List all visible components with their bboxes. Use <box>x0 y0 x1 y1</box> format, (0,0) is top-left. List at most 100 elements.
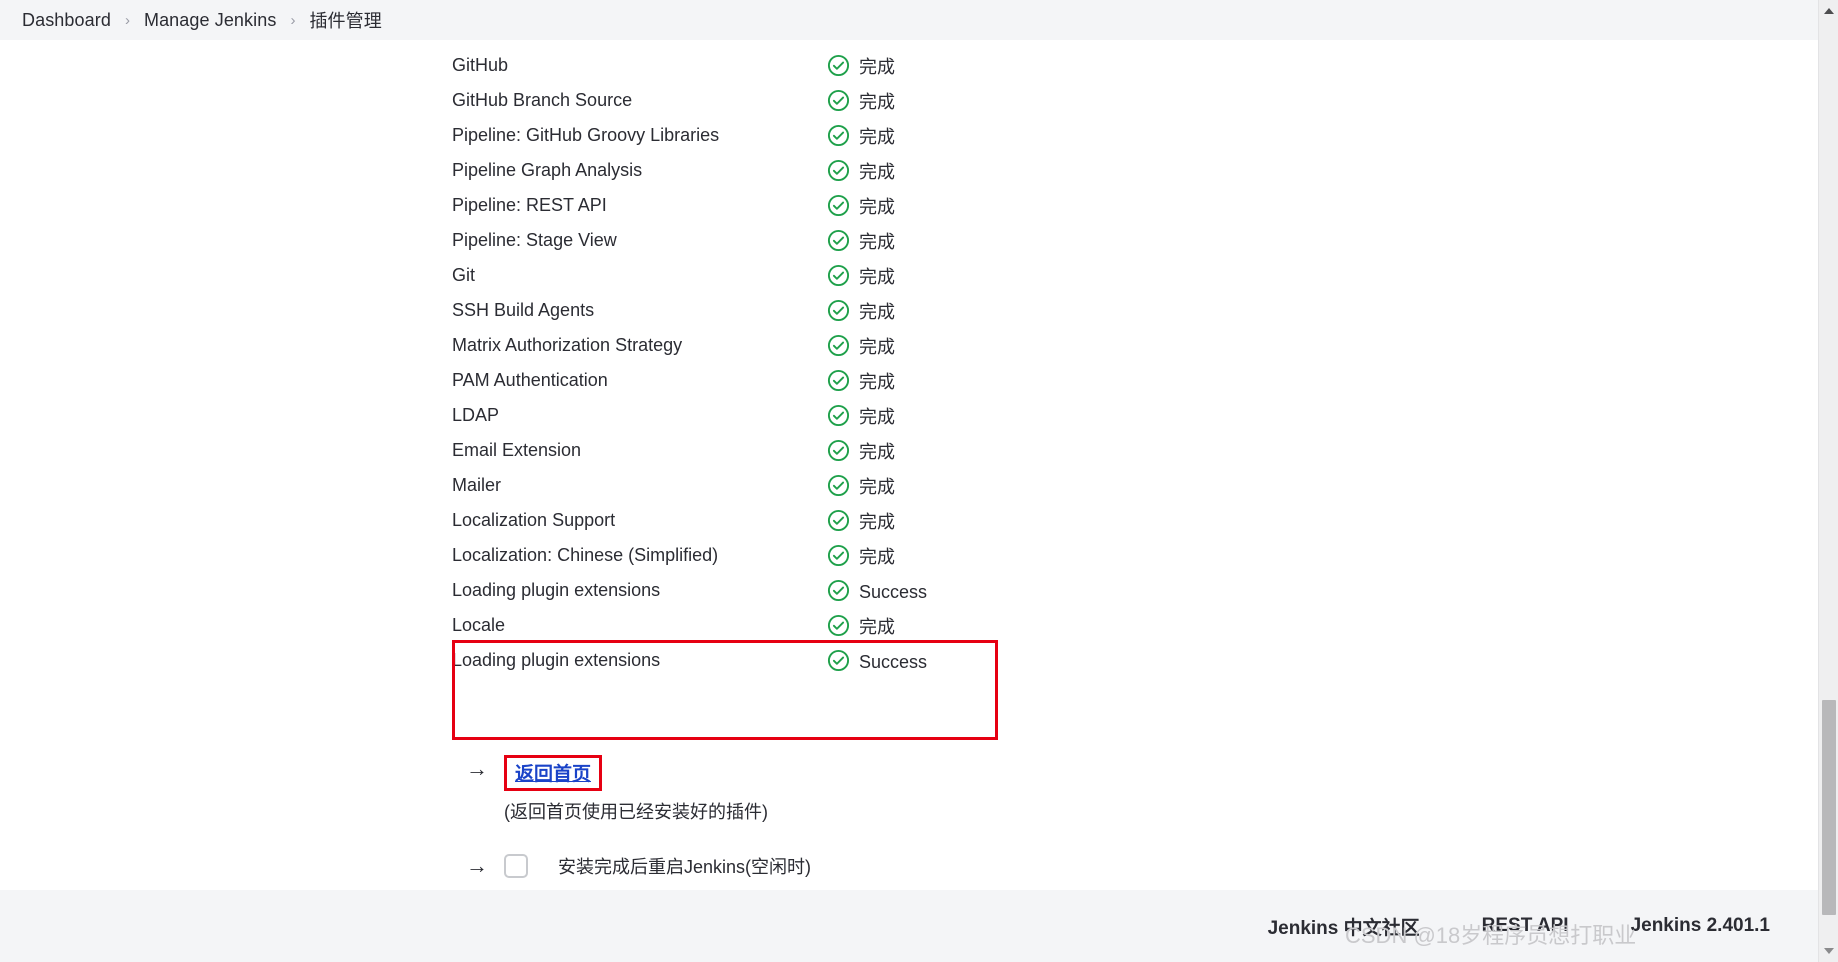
status-badge: 完成 <box>827 334 997 357</box>
status-badge: 完成 <box>827 89 997 112</box>
plugin-status-cell: 完成 <box>827 503 997 538</box>
plugin-status-cell: 完成 <box>827 223 997 258</box>
status-badge: 完成 <box>827 369 997 392</box>
plugin-status-cell: 完成 <box>827 538 997 573</box>
status-label: 完成 <box>859 441 895 462</box>
home-action-row: → 返回首页 <box>466 755 1166 791</box>
status-label: 完成 <box>859 371 895 392</box>
check-circle-icon <box>827 614 850 637</box>
status-badge: 完成 <box>827 264 997 287</box>
plugin-status-cell: 完成 <box>827 118 997 153</box>
breadcrumb-separator-icon: › <box>290 11 296 29</box>
table-row: Pipeline: Stage View 完成 <box>452 223 997 258</box>
table-row: Localization: Chinese (Simplified) 完成 <box>452 538 997 573</box>
table-row: Pipeline Graph Analysis 完成 <box>452 153 997 188</box>
breadcrumb-item-dashboard[interactable]: Dashboard <box>22 10 111 31</box>
table-row: Pipeline: REST API 完成 <box>452 188 997 223</box>
plugin-status-cell: Success <box>827 643 997 678</box>
plugin-name-cell: Localization: Chinese (Simplified) <box>452 545 719 565</box>
status-badge: 完成 <box>827 299 997 322</box>
vertical-scrollbar[interactable] <box>1818 0 1838 962</box>
plugin-status-cell: 完成 <box>827 328 997 363</box>
check-circle-icon <box>827 334 850 357</box>
return-home-link[interactable]: 返回首页 <box>515 764 591 785</box>
main-content: GitHub 完成 GitHub Branch Source 完成 Pipeline: … <box>0 40 1818 962</box>
plugin-status-cell: 完成 <box>827 608 997 643</box>
status-label: 完成 <box>859 56 895 77</box>
table-row: GitHub 完成 <box>452 48 997 83</box>
plugin-name-cell: LDAP <box>452 405 500 425</box>
plugin-name-cell: Loading plugin extensions <box>452 650 661 670</box>
check-circle-icon <box>827 404 850 427</box>
post-install-actions: → 返回首页 (返回首页使用已经安装好的插件) → 安装完成后重启Jenkins… <box>466 755 1166 880</box>
plugin-status-cell: 完成 <box>827 363 997 398</box>
table-row: PAM Authentication 完成 <box>452 363 997 398</box>
check-circle-icon <box>827 54 850 77</box>
status-label: 完成 <box>859 406 895 427</box>
status-label: 完成 <box>859 266 895 287</box>
scrollbar-thumb[interactable] <box>1822 700 1836 915</box>
restart-action-row: → 安装完成后重启Jenkins(空闲时) <box>466 852 1166 880</box>
status-badge: 完成 <box>827 474 997 497</box>
arrow-right-icon: → <box>466 756 488 781</box>
table-row: Pipeline: GitHub Groovy Libraries 完成 <box>452 118 997 153</box>
table-row: Loading plugin extensions Success <box>452 643 997 678</box>
plugin-name-cell: Matrix Authorization Strategy <box>452 335 683 355</box>
footer-jenkins-version: Jenkins 2.401.1 <box>1630 915 1770 936</box>
plugin-status-cell: 完成 <box>827 48 997 83</box>
check-circle-icon <box>827 649 850 672</box>
arrow-right-icon: → <box>466 853 488 878</box>
page-footer: Jenkins 中文社区 REST API Jenkins 2.401.1 <box>0 890 1818 962</box>
status-label: Success <box>859 581 928 602</box>
status-badge: 完成 <box>827 229 997 252</box>
home-action-note: (返回首页使用已经安装好的插件) <box>504 802 768 822</box>
plugin-name-cell: Loading plugin extensions <box>452 580 661 600</box>
status-label: 完成 <box>859 301 895 322</box>
table-row: Localization Support 完成 <box>452 503 997 538</box>
status-badge: 完成 <box>827 404 997 427</box>
status-badge: 完成 <box>827 614 997 637</box>
table-row: Matrix Authorization Strategy 完成 <box>452 328 997 363</box>
check-circle-icon <box>827 229 850 252</box>
jenkins-plugin-manager-page: Dashboard › Manage Jenkins › 插件管理 GitHub… <box>0 0 1838 962</box>
plugin-status-cell: 完成 <box>827 188 997 223</box>
breadcrumb-item-plugin-manager: 插件管理 <box>309 11 382 31</box>
status-badge: 完成 <box>827 194 997 217</box>
check-circle-icon <box>827 544 850 567</box>
plugin-status-cell: Success <box>827 573 997 608</box>
plugin-install-progress-table: GitHub 完成 GitHub Branch Source 完成 Pipeline: … <box>452 48 997 678</box>
status-label: 完成 <box>859 511 895 532</box>
plugin-name-cell: GitHub <box>452 55 509 75</box>
plugin-status-cell: 完成 <box>827 468 997 503</box>
status-label: 完成 <box>859 161 895 182</box>
check-circle-icon <box>827 509 850 532</box>
table-row: Mailer 完成 <box>452 468 997 503</box>
status-label: 完成 <box>859 231 895 252</box>
status-label: 完成 <box>859 126 895 147</box>
plugin-name-cell: GitHub Branch Source <box>452 90 633 110</box>
status-badge: 完成 <box>827 159 997 182</box>
breadcrumb-item-manage-jenkins[interactable]: Manage Jenkins <box>144 10 276 31</box>
page-viewport: Dashboard › Manage Jenkins › 插件管理 GitHub… <box>0 0 1818 962</box>
status-badge: 完成 <box>827 509 997 532</box>
plugin-name-cell: Pipeline: Stage View <box>452 230 617 250</box>
scroll-up-arrow-icon[interactable] <box>1819 2 1838 20</box>
status-badge: 完成 <box>827 544 997 567</box>
table-row: GitHub Branch Source 完成 <box>452 83 997 118</box>
restart-after-install-checkbox[interactable] <box>504 854 528 878</box>
status-badge: 完成 <box>827 124 997 147</box>
restart-after-install-label: 安装完成后重启Jenkins(空闲时) <box>558 857 812 877</box>
plugin-name-cell: Pipeline: GitHub Groovy Libraries <box>452 125 720 145</box>
scroll-down-arrow-icon[interactable] <box>1819 942 1838 960</box>
check-circle-icon <box>827 474 850 497</box>
plugin-name-cell: Pipeline Graph Analysis <box>452 160 643 180</box>
check-circle-icon <box>827 194 850 217</box>
status-label: 完成 <box>859 196 895 217</box>
plugin-status-cell: 完成 <box>827 433 997 468</box>
check-circle-icon <box>827 439 850 462</box>
footer-link-jenkins-chinese-community[interactable]: Jenkins 中文社区 <box>1268 913 1420 940</box>
table-row: Git 完成 <box>452 258 997 293</box>
status-badge: 完成 <box>827 439 997 462</box>
table-row: SSH Build Agents 完成 <box>452 293 997 328</box>
footer-link-rest-api[interactable]: REST API <box>1482 915 1569 937</box>
